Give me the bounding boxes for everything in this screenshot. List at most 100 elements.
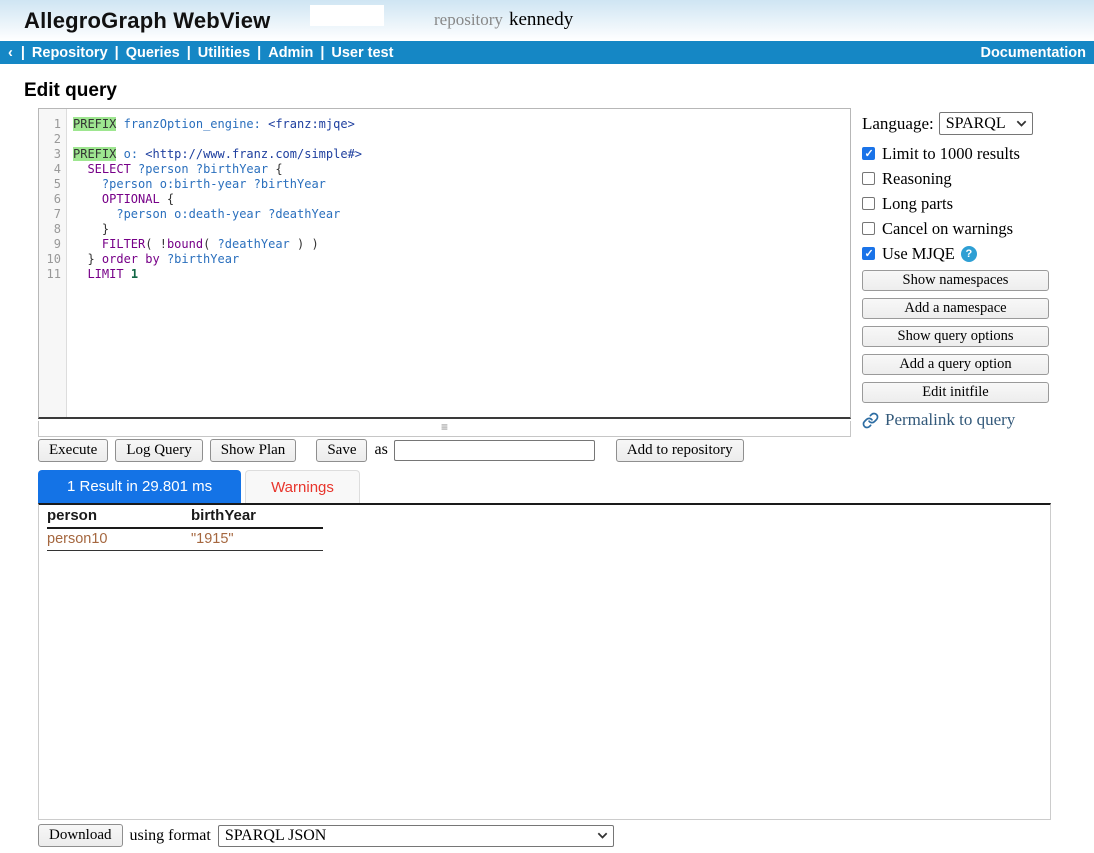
checkbox-label: Limit to 1000 results (882, 144, 1020, 164)
execute-button[interactable]: Execute (38, 439, 108, 462)
code-token-plain (73, 207, 116, 221)
code-token-kw: FILTER (102, 237, 145, 251)
code-line: ?person o:birth-year ?birthYear (73, 177, 850, 192)
nav-item-utilities[interactable]: Utilities (198, 45, 250, 61)
using-format-label: using format (130, 827, 211, 845)
nav-separator: | (187, 45, 191, 61)
code-token-plain (73, 192, 102, 206)
download-bar: Download using format SPARQL JSON (38, 824, 614, 847)
nav-back-chevron-icon[interactable]: ‹ (8, 45, 13, 61)
query-editor[interactable]: 1234567891011 PREFIX franzOption_engine:… (38, 108, 851, 419)
repository-indicator: repository kennedy (434, 9, 573, 31)
code-token-var: ?deathYear (218, 237, 290, 251)
code-token-var: ?person (102, 177, 153, 191)
chevron-down-icon (597, 830, 608, 841)
nav-item-documentation[interactable]: Documentation (980, 45, 1086, 61)
show-query-options-button[interactable]: Show query options (862, 326, 1049, 347)
code-line: OPTIONAL { (73, 192, 850, 207)
edit-initfile-button[interactable]: Edit initfile (862, 382, 1049, 403)
code-token-plain (73, 267, 87, 281)
checkbox-use-mjqe[interactable] (862, 247, 875, 260)
save-name-input[interactable] (394, 440, 595, 461)
code-line: PREFIX franzOption_engine: <franz:mjqe> (73, 117, 850, 132)
code-token-plain (73, 162, 87, 176)
option-row-long-parts: Long parts (862, 195, 1049, 212)
add-a-namespace-button[interactable]: Add a namespace (862, 298, 1049, 319)
checkbox-label: Long parts (882, 194, 953, 214)
add-a-query-option-button[interactable]: Add a query option (862, 354, 1049, 375)
line-number: 11 (39, 267, 66, 282)
download-button[interactable]: Download (38, 824, 123, 847)
show-namespaces-button[interactable]: Show namespaces (862, 270, 1049, 291)
code-token-plain (160, 252, 167, 266)
editor-resize-handle[interactable]: ≡ (38, 421, 851, 437)
cell-person[interactable]: person10 (47, 528, 191, 551)
line-number: 3 (39, 147, 66, 162)
language-select-value: SPARQL (946, 115, 1006, 133)
editor-code[interactable]: PREFIX franzOption_engine: <franz:mjqe> … (67, 109, 850, 417)
repository-name: kennedy (509, 9, 573, 30)
code-token-plain: ( (203, 237, 217, 251)
permalink-label: Permalink to query (885, 410, 1015, 430)
nav-separator: | (257, 45, 261, 61)
option-row-cancel-on-warnings: Cancel on warnings (862, 220, 1049, 237)
nav-item-user-test[interactable]: User test (331, 45, 393, 61)
options-checkbox-list: Limit to 1000 results Reasoning Long parts… (862, 145, 1049, 262)
code-token-plain (246, 177, 253, 191)
option-row-limit-to-1000-results: Limit to 1000 results (862, 145, 1049, 162)
nav-item-queries[interactable]: Queries (126, 45, 180, 61)
nav-separator: | (320, 45, 324, 61)
sidebar-buttons: Show namespaces Add a namespace Show query… (862, 270, 1049, 403)
help-icon[interactable]: ? (961, 246, 977, 262)
chevron-down-icon (1016, 118, 1027, 129)
tab-warnings[interactable]: Warnings (245, 470, 360, 503)
checkbox-long-parts[interactable] (862, 197, 875, 210)
code-token-var: ?deathYear (268, 207, 340, 221)
checkbox-label: Reasoning (882, 169, 952, 189)
repository-label: repository (434, 10, 503, 29)
code-token-plain (73, 237, 102, 251)
nav-items: |Repository|Queries|Utilities|Admin|User… (14, 45, 394, 61)
language-select[interactable]: SPARQL (939, 112, 1033, 135)
page-title: Edit query (24, 80, 117, 102)
line-number: 7 (39, 207, 66, 222)
code-token-kw: OPTIONAL (102, 192, 160, 206)
tab-1-result-in-29-801-ms[interactable]: 1 Result in 29.801 ms (38, 470, 241, 503)
format-select-value: SPARQL JSON (225, 827, 327, 845)
add-to-repository-button[interactable]: Add to repository (616, 439, 744, 462)
code-token-kw: SELECT (87, 162, 130, 176)
code-token-kwhl: PREFIX (73, 147, 116, 161)
line-number: 1 (39, 117, 66, 132)
code-token-num: 1 (131, 267, 138, 281)
column-header-birthyear: birthYear (191, 505, 323, 528)
code-line: SELECT ?person ?birthYear { (73, 162, 850, 177)
link-icon (862, 412, 879, 429)
log-query-button[interactable]: Log Query (115, 439, 202, 462)
code-token-plain (116, 147, 123, 161)
code-token-plain: } (73, 252, 102, 266)
code-line: FILTER( !bound( ?deathYear ) ) (73, 237, 850, 252)
code-token-var: ?birthYear (167, 252, 239, 266)
header-blank-box (310, 5, 384, 26)
app-header: AllegroGraph WebView repositorykennedy (0, 0, 1094, 41)
show-plan-button[interactable]: Show Plan (210, 439, 297, 462)
code-line: PREFIX o: <http://www.franz.com/simple#> (73, 147, 850, 162)
nav-item-repository[interactable]: Repository (32, 45, 108, 61)
code-token-kw: order by (102, 252, 160, 266)
line-number: 2 (39, 132, 66, 147)
code-token-var: ?person (116, 207, 167, 221)
editor-line-numbers: 1234567891011 (39, 109, 67, 417)
checkbox-limit-to-1000-results[interactable] (862, 147, 875, 160)
code-token-plain (131, 162, 138, 176)
code-token-plain: { (268, 162, 282, 176)
checkbox-cancel-on-warnings[interactable] (862, 222, 875, 235)
permalink-to-query-link[interactable]: Permalink to query (862, 410, 1049, 430)
nav-item-admin[interactable]: Admin (268, 45, 313, 61)
checkbox-reasoning[interactable] (862, 172, 875, 185)
code-token-pname: o:birth-year (160, 177, 247, 191)
format-select[interactable]: SPARQL JSON (218, 825, 614, 847)
line-number: 6 (39, 192, 66, 207)
code-line: } (73, 222, 850, 237)
save-button[interactable]: Save (316, 439, 367, 462)
save-as-label: as (374, 441, 387, 459)
